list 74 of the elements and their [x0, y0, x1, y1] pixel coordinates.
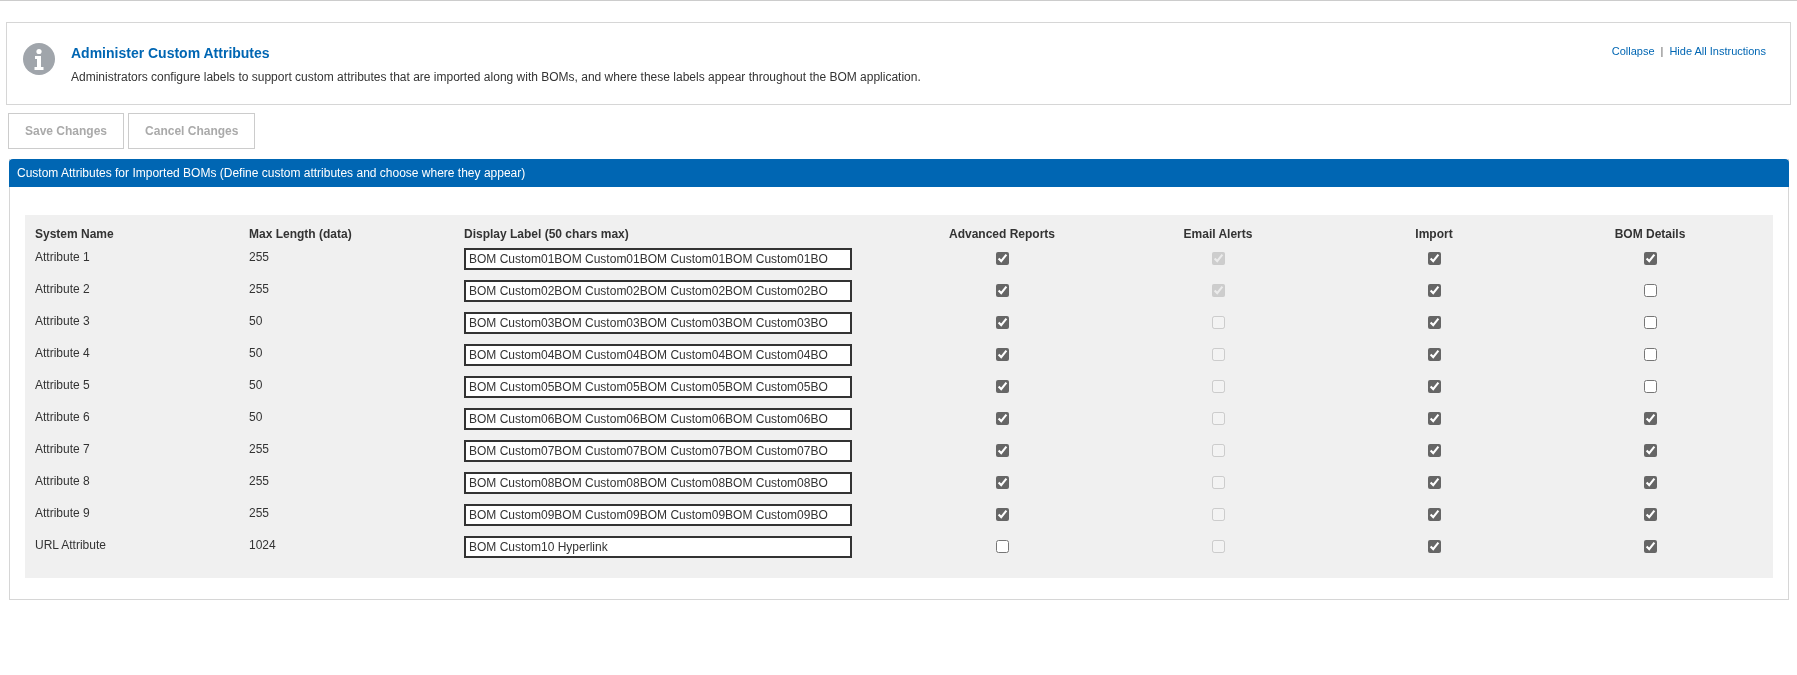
instruction-link[interactable]: Hide All Instructions	[1669, 43, 1766, 60]
label-field[interactable]: BOM Custom07BOM Custom07BOM Custom07BOM Custom07BO	[464, 440, 852, 462]
checkbox[interactable]	[1643, 444, 1657, 457]
checkbox[interactable]	[1643, 476, 1657, 489]
checkbox[interactable]	[1427, 444, 1441, 457]
checkbox[interactable]	[995, 380, 1009, 393]
label-field[interactable]: BOM Custom09BOM Custom09BOM Custom09BOM Custom09BO	[464, 504, 852, 526]
instructions-title: Administer Custom Attributes	[71, 44, 271, 63]
info-icon	[23, 43, 55, 75]
checkbox[interactable]	[1643, 348, 1657, 361]
table-cell-text: URL Attribute	[35, 537, 106, 554]
column-header: Advanced Reports	[948, 226, 1056, 243]
checkbox[interactable]	[1427, 508, 1441, 521]
table-cell-text: Attribute 3	[35, 313, 90, 330]
table-cell-text: 255	[249, 249, 270, 266]
column-header: Import	[1414, 226, 1454, 243]
checkbox[interactable]	[995, 412, 1009, 425]
table-cell-text: 255	[249, 505, 270, 522]
instructions-text: Administrators configure labels to support custom attributes that are imported along with BOMs, and where these labels appear throughout the BOM application.	[71, 69, 922, 86]
checkbox[interactable]	[1427, 380, 1441, 393]
column-header: Display Label (50 chars max)	[464, 226, 630, 243]
checkbox[interactable]	[995, 316, 1009, 329]
table-cell-text: 255	[249, 441, 270, 458]
table-cell-text: 50	[249, 377, 263, 394]
checkbox[interactable]	[995, 540, 1009, 553]
checkbox[interactable]	[995, 444, 1009, 457]
checkbox[interactable]	[1427, 348, 1441, 361]
checkbox[interactable]	[1643, 412, 1657, 425]
checkbox[interactable]	[995, 508, 1009, 521]
checkbox[interactable]	[1427, 252, 1441, 265]
label-field[interactable]: BOM Custom06BOM Custom06BOM Custom06BOM Custom06BO	[464, 408, 852, 430]
column-header: Max Length (data)	[249, 226, 353, 243]
table-cell-text: Attribute 5	[35, 377, 90, 394]
table-cell-text: 50	[249, 409, 263, 426]
column-header: BOM Details	[1613, 226, 1687, 243]
separator: |	[1660, 44, 1664, 59]
checkbox[interactable]	[1643, 508, 1657, 521]
column-header: System Name	[35, 226, 115, 243]
table-cell-text: Attribute 1	[35, 249, 90, 266]
label-field[interactable]: BOM Custom04BOM Custom04BOM Custom04BOM Custom04BO	[464, 344, 852, 366]
label-field[interactable]: BOM Custom08BOM Custom08BOM Custom08BOM Custom08BO	[464, 472, 852, 494]
instruction-link[interactable]: Collapse	[1611, 43, 1655, 60]
checkbox[interactable]	[1427, 476, 1441, 489]
checkbox[interactable]	[995, 348, 1009, 361]
column-header: Email Alerts	[1182, 226, 1254, 243]
table-cell-text: Attribute 7	[35, 441, 90, 458]
label-field[interactable]: BOM Custom02BOM Custom02BOM Custom02BOM Custom02BO	[464, 280, 852, 302]
table-cell-text: Attribute 9	[35, 505, 90, 522]
label-field[interactable]: BOM Custom05BOM Custom05BOM Custom05BOM Custom05BO	[464, 376, 852, 398]
checkbox[interactable]	[1427, 284, 1441, 297]
table-cell-text: Attribute 2	[35, 281, 90, 298]
table-cell-text: Attribute 6	[35, 409, 90, 426]
table-cell-text: 50	[249, 313, 263, 330]
checkbox[interactable]	[1427, 540, 1441, 553]
checkbox[interactable]	[1643, 380, 1657, 393]
checkbox[interactable]	[1643, 284, 1657, 297]
table-cell-text: 50	[249, 345, 263, 362]
checkbox[interactable]	[1643, 540, 1657, 553]
table-cell-text: Attribute 8	[35, 473, 90, 490]
label-field[interactable]: BOM Custom10 Hyperlink	[464, 536, 852, 558]
label-field[interactable]: BOM Custom01BOM Custom01BOM Custom01BOM Custom01BO	[464, 248, 852, 270]
panel-header: Custom Attributes for Imported BOMs (Define custom attributes and choose where they appear)	[9, 159, 1789, 187]
checkbox[interactable]	[1427, 412, 1441, 425]
checkbox[interactable]	[1643, 316, 1657, 329]
label-field[interactable]: BOM Custom03BOM Custom03BOM Custom03BOM Custom03BO	[464, 312, 852, 334]
table-cell-text: 255	[249, 473, 270, 490]
checkbox[interactable]	[1427, 316, 1441, 329]
table-cell-text: 1024	[249, 537, 276, 554]
checkbox[interactable]	[995, 476, 1009, 489]
checkbox[interactable]	[1643, 252, 1657, 265]
checkbox[interactable]	[995, 252, 1009, 265]
table-cell-text: 255	[249, 281, 270, 298]
checkbox[interactable]	[995, 284, 1009, 297]
table-cell-text: Attribute 4	[35, 345, 90, 362]
